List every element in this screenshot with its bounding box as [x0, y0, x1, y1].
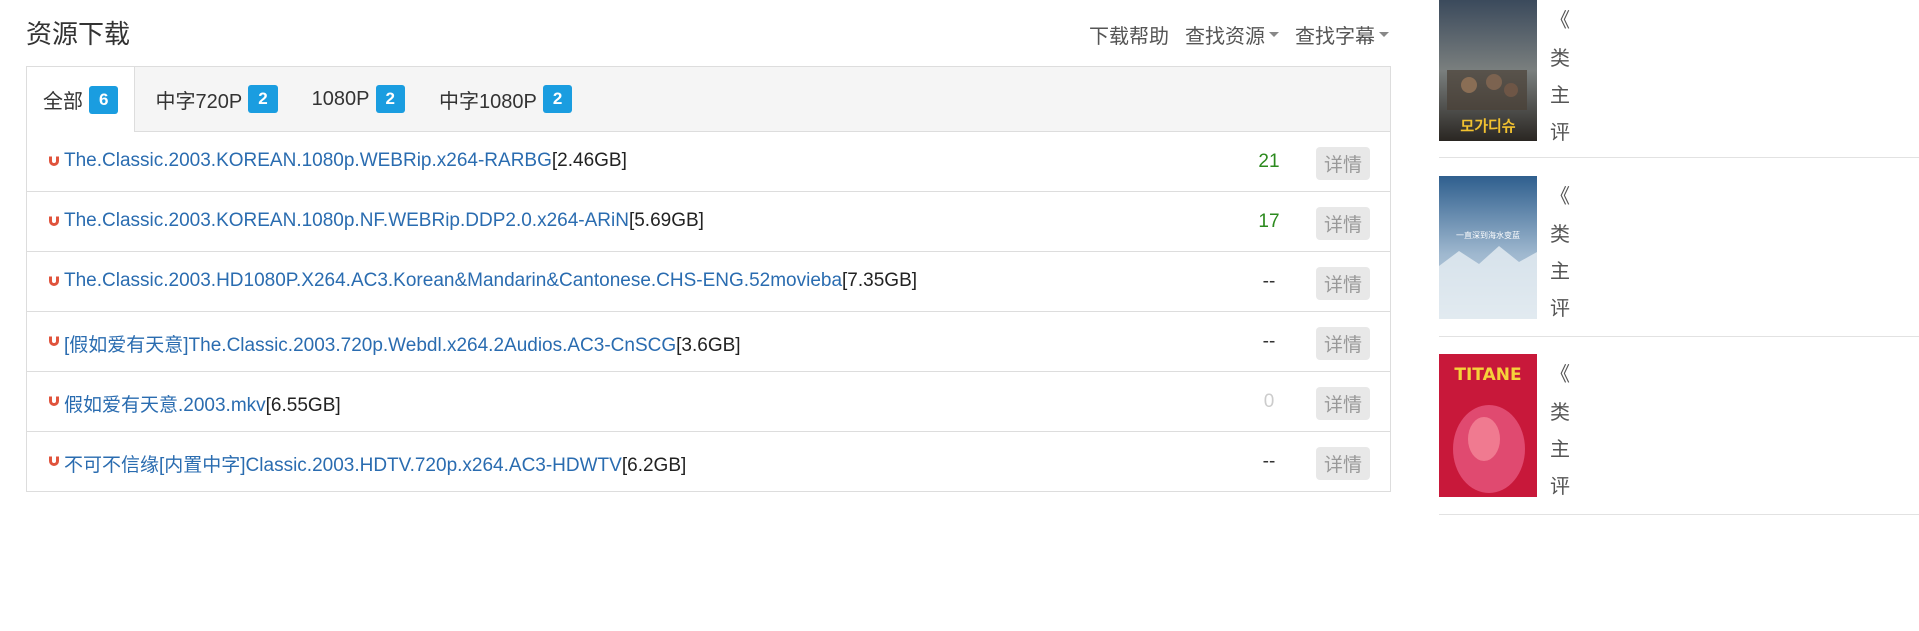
find-subtitle-label: 查找字幕: [1295, 26, 1375, 48]
download-help-label: 下载帮助: [1089, 26, 1169, 48]
sidebar-meta-type: 类: [1550, 48, 1570, 70]
file-link[interactable]: 不可不信缘[内置中字]Classic.2003.HDTV.720p.x264.A…: [64, 455, 622, 476]
seed-count: --: [1262, 451, 1276, 472]
magnet-icon: [49, 214, 59, 226]
movie-poster[interactable]: TITANE: [1439, 354, 1537, 497]
seed-count: 17: [1258, 211, 1280, 232]
file-link[interactable]: The.Classic.2003.KOREAN.1080p.NF.WEBRip.…: [64, 210, 629, 231]
tab-1080p[interactable]: 1080P 2: [294, 67, 421, 131]
sidebar-title-quote[interactable]: 《: [1550, 180, 1570, 209]
file-size: [3.6GB]: [676, 335, 741, 356]
detail-button[interactable]: 详情: [1316, 327, 1371, 360]
sidebar-meta-rating: 评: [1550, 476, 1570, 498]
file-size: [6.55GB]: [265, 395, 341, 416]
detail-button[interactable]: 详情: [1316, 147, 1371, 180]
tab-label: 中字1080P: [438, 90, 537, 113]
find-subtitle-dropdown[interactable]: 查找字幕: [1295, 20, 1389, 49]
sidebar-meta-type: 类: [1550, 224, 1570, 246]
download-help-link[interactable]: 下载帮助: [1089, 20, 1169, 49]
tab-label: 全部: [43, 91, 83, 113]
file-size: [5.69GB]: [628, 210, 704, 231]
file-link[interactable]: The.Classic.2003.HD1080P.X264.AC3.Korean…: [64, 270, 842, 291]
count-badge: 2: [542, 85, 573, 113]
divider: [1439, 336, 1919, 337]
divider: [1439, 514, 1919, 515]
detail-button[interactable]: 详情: [1316, 267, 1371, 300]
count-badge: 6: [89, 85, 119, 114]
sidebar-meta-cast: 主: [1550, 85, 1570, 107]
poster-title: 一直深到海水变蓝: [1456, 230, 1520, 240]
sidebar-title-quote[interactable]: 《: [1550, 4, 1570, 33]
file-size: [7.35GB]: [842, 270, 918, 291]
seed-count: 0: [1263, 391, 1275, 412]
resource-tabs: 全部 6 中字720P 2 1080P 2 中字1080P 2: [27, 67, 1390, 132]
divider: [1439, 157, 1919, 158]
seed-count: --: [1262, 271, 1276, 292]
tab-label: 1080P: [311, 87, 370, 110]
chevron-down-icon: [1269, 32, 1279, 37]
resource-row: 假如爱有天意.2003.mkv[6.55GB] 0 详情: [27, 372, 1390, 432]
resource-row: The.Classic.2003.KOREAN.1080p.WEBRip.x26…: [27, 132, 1390, 192]
chevron-down-icon: [1379, 32, 1389, 37]
count-badge: 2: [248, 85, 278, 113]
sidebar-meta-rating: 评: [1550, 298, 1570, 320]
resource-panel: 全部 6 中字720P 2 1080P 2 中字1080P 2 The.Clas…: [26, 66, 1391, 492]
detail-button[interactable]: 详情: [1316, 447, 1371, 480]
tab-all[interactable]: 全部 6: [27, 67, 136, 132]
tab-label: 中字720P: [155, 90, 243, 113]
movie-poster[interactable]: 모가디슈: [1439, 0, 1537, 141]
file-link[interactable]: The.Classic.2003.KOREAN.1080p.WEBRip.x26…: [64, 150, 552, 171]
magnet-icon: [49, 454, 59, 466]
movie-poster[interactable]: 一直深到海水变蓝: [1439, 176, 1537, 319]
sidebar-meta-rating: 评: [1550, 122, 1570, 144]
sidebar-title-quote[interactable]: 《: [1550, 358, 1570, 387]
top-links: 下载帮助 查找资源 查找字幕: [1089, 20, 1389, 49]
count-badge: 2: [375, 85, 405, 113]
detail-button[interactable]: 详情: [1316, 387, 1371, 420]
find-resource-label: 查找资源: [1185, 26, 1265, 48]
sidebar-meta-cast: 主: [1550, 439, 1570, 461]
magnet-icon: [49, 394, 59, 406]
poster-title: TITANE: [1454, 365, 1521, 385]
seed-count: --: [1262, 331, 1276, 352]
resource-row: 不可不信缘[内置中字]Classic.2003.HDTV.720p.x264.A…: [27, 432, 1390, 491]
tab-chinese-720p[interactable]: 中字720P 2: [135, 67, 293, 131]
file-size: [6.2GB]: [621, 455, 687, 476]
magnet-icon: [49, 334, 59, 346]
find-resource-dropdown[interactable]: 查找资源: [1185, 20, 1279, 49]
resource-row: The.Classic.2003.KOREAN.1080p.NF.WEBRip.…: [27, 192, 1390, 252]
resource-row: The.Classic.2003.HD1080P.X264.AC3.Korean…: [27, 252, 1390, 312]
sidebar-meta-type: 类: [1550, 402, 1570, 424]
section-title: 资源下载: [26, 19, 131, 49]
sidebar-meta-cast: 主: [1550, 261, 1570, 283]
poster-title: 모가디슈: [1460, 117, 1515, 135]
resource-row: [假如爱有天意]The.Classic.2003.720p.Webdl.x264…: [27, 312, 1390, 372]
file-link[interactable]: [假如爱有天意]The.Classic.2003.720p.Webdl.x264…: [64, 335, 676, 356]
file-size: [2.46GB]: [551, 150, 627, 171]
tab-chinese-1080p[interactable]: 中字1080P 2: [421, 67, 588, 131]
file-link[interactable]: 假如爱有天意.2003.mkv: [64, 395, 266, 416]
magnet-icon: [49, 274, 59, 286]
detail-button[interactable]: 详情: [1316, 207, 1371, 240]
magnet-icon: [49, 154, 59, 166]
seed-count: 21: [1258, 151, 1280, 172]
